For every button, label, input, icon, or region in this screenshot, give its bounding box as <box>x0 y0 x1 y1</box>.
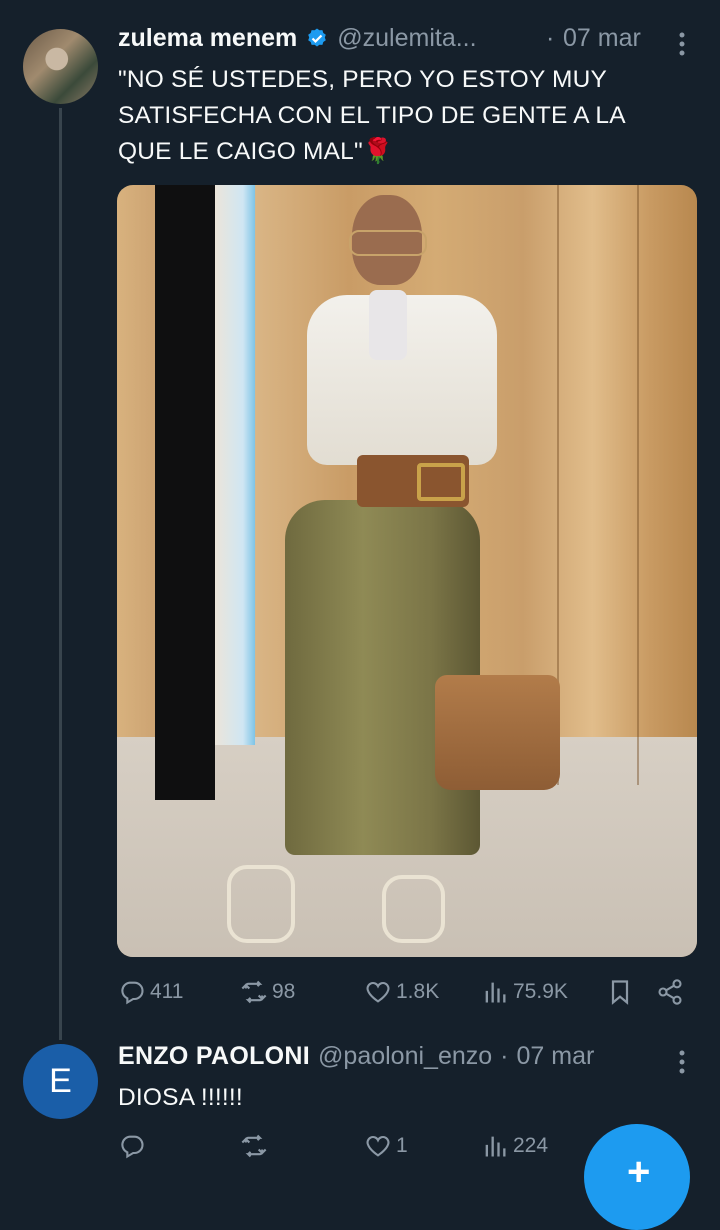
like-button[interactable]: 1.8K <box>364 978 439 1006</box>
tweet-photo[interactable] <box>117 185 697 957</box>
photo-door <box>155 185 215 800</box>
separator-dot: · <box>500 1042 509 1070</box>
photo-shoe <box>227 865 295 943</box>
views-button[interactable]: 224 <box>481 1132 548 1160</box>
reply-button[interactable] <box>118 1132 150 1160</box>
bookmark-icon <box>611 980 629 1005</box>
like-button[interactable]: 1 <box>364 1132 408 1160</box>
heart-icon <box>366 1135 390 1157</box>
reply-author-avatar[interactable]: E <box>23 1044 98 1119</box>
more-options-icon[interactable] <box>674 1048 690 1076</box>
separator-dot: · <box>546 24 555 52</box>
author-handle[interactable]: @zulemita... <box>337 24 476 53</box>
tweet-header: zulema menem @zulemita... <box>118 24 477 53</box>
retweet-icon <box>241 980 267 1004</box>
like-count: 1 <box>396 1134 408 1157</box>
analytics-icon <box>485 982 506 1003</box>
thread-line <box>59 108 62 1040</box>
photo-buckle <box>417 463 465 501</box>
reply-button[interactable]: 411 <box>118 978 183 1006</box>
author-avatar[interactable] <box>23 29 98 104</box>
reply-date[interactable]: 07 mar <box>516 1042 594 1071</box>
photo-doorway <box>215 185 255 745</box>
retweet-icon <box>241 1134 267 1158</box>
tweet-text-line: "NO SÉ USTEDES, PERO YO ESTOY MUY <box>118 66 608 93</box>
bookmark-button[interactable] <box>606 978 634 1006</box>
like-count: 1.8K <box>396 980 440 1003</box>
retweet-button[interactable] <box>240 1132 272 1160</box>
views-button[interactable]: 75.9K <box>481 978 568 1006</box>
analytics-icon <box>485 1136 506 1157</box>
tweet-text-line: SATISFECHA CON EL TIPO DE GENTE A LA <box>118 102 626 129</box>
reply-author-name[interactable]: ENZO PAOLONI <box>118 1042 310 1071</box>
share-icon <box>658 979 682 1005</box>
reply-header: ENZO PAOLONI @paoloni_enzo · 07 mar <box>118 1042 594 1071</box>
photo-bag <box>435 675 560 790</box>
reply-icon <box>121 981 144 1005</box>
retweet-button[interactable]: 98 <box>240 978 295 1006</box>
reply-text: DIOSA !!!!!! <box>118 1084 243 1111</box>
photo-shoe <box>382 875 445 943</box>
verified-badge-icon <box>305 27 329 51</box>
tweet-date[interactable]: 07 mar <box>563 24 641 53</box>
rose-emoji: 🌹 <box>362 138 394 165</box>
tweet-text-line: QUE LE CAIGO MAL"🌹 <box>118 134 698 170</box>
more-options-icon[interactable] <box>674 30 690 58</box>
reply-icon <box>121 1135 144 1159</box>
reply-count: 411 <box>150 980 184 1003</box>
tweet-text-segment: QUE LE CAIGO MAL" <box>118 138 363 165</box>
views-count: 224 <box>513 1134 549 1157</box>
reply-author-handle[interactable]: @paoloni_enzo <box>318 1042 492 1071</box>
photo-phone <box>369 290 407 360</box>
author-name[interactable]: zulema menem <box>118 24 297 53</box>
photo-cabinet <box>637 185 639 785</box>
photo-glasses <box>349 230 427 256</box>
views-count: 75.9K <box>513 980 568 1003</box>
tweet-text: "NO SÉ USTEDES, PERO YO ESTOY MUY SATISF… <box>118 62 698 170</box>
heart-icon <box>366 981 390 1003</box>
retweet-count: 98 <box>272 980 296 1003</box>
share-button[interactable] <box>656 978 684 1006</box>
